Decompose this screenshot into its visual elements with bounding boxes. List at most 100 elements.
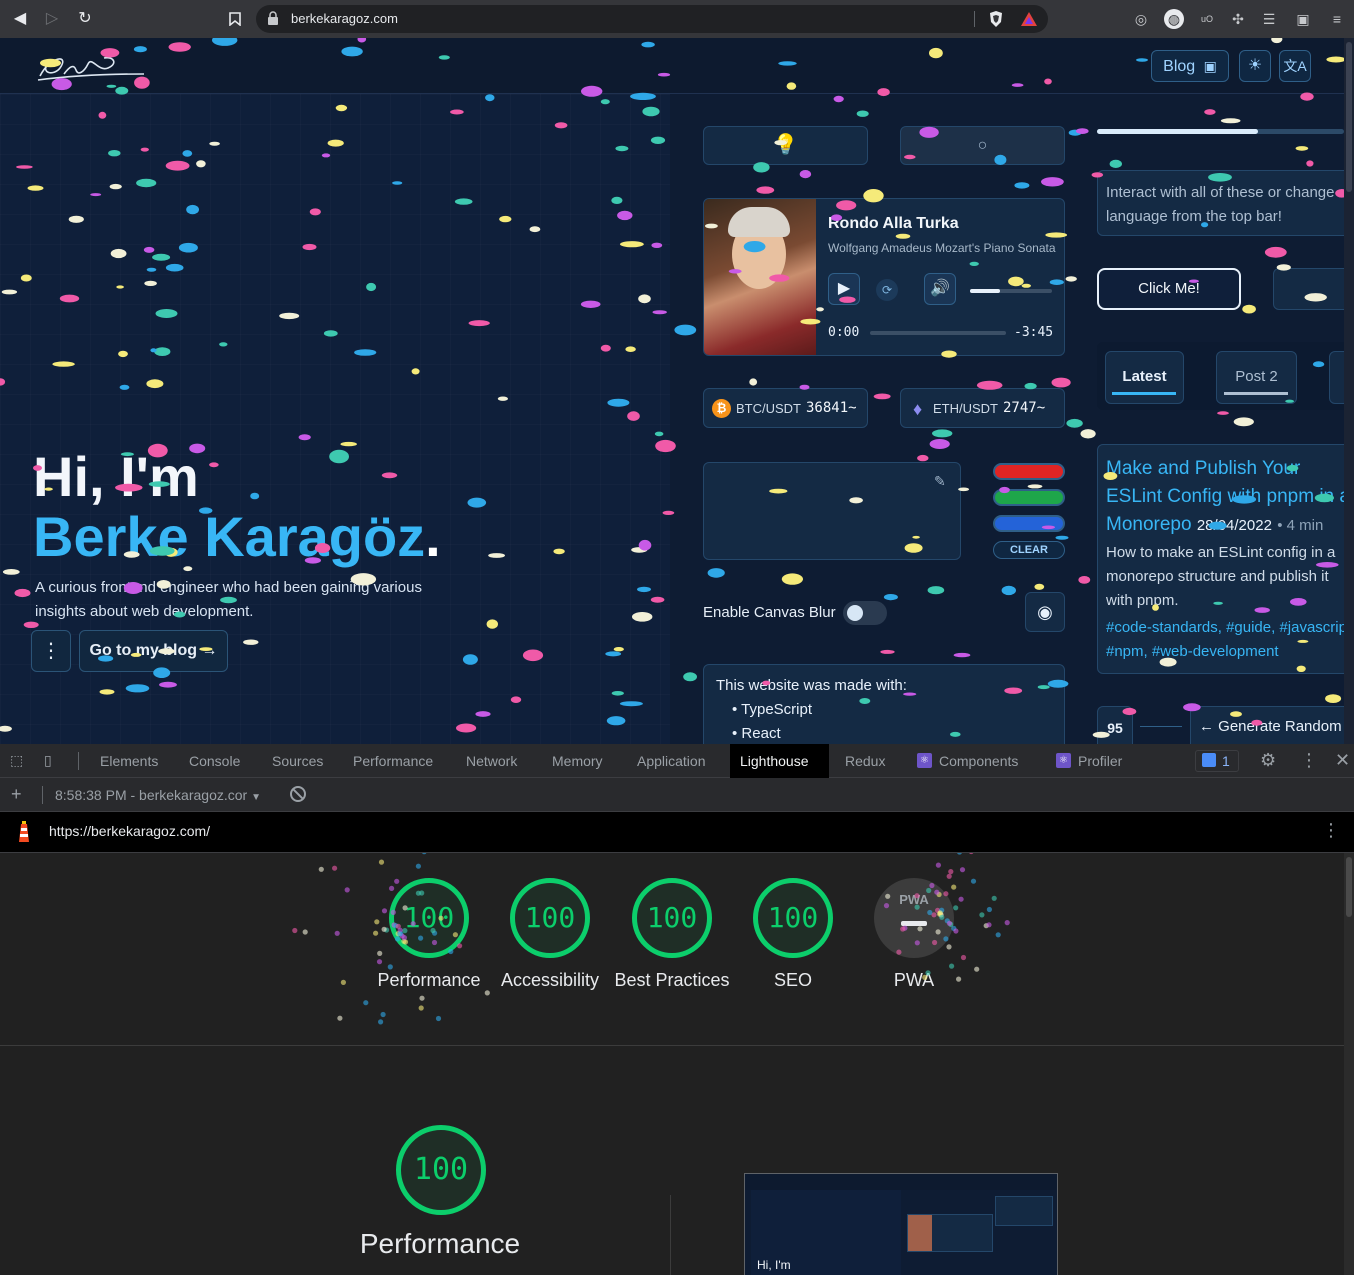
- ublock-icon[interactable]: uO: [1197, 9, 1217, 29]
- target-icon[interactable]: ◎: [1131, 9, 1151, 29]
- bookmark-icon[interactable]: [224, 8, 246, 30]
- confetti-particle: [743, 241, 766, 253]
- report-selector-label: 8:58:38 PM - berkekaragoz.cor: [55, 787, 248, 803]
- toolbar-divider: [42, 786, 43, 804]
- clear-reports-icon[interactable]: [290, 786, 306, 802]
- confetti-particle: [2, 569, 20, 575]
- forward-icon[interactable]: ▷: [41, 8, 63, 30]
- report-menu-icon[interactable]: ⋮: [1322, 820, 1340, 841]
- confetti-particle: [1091, 172, 1104, 178]
- tab-performance[interactable]: Performance: [343, 744, 443, 778]
- tab-network[interactable]: Network: [456, 744, 527, 778]
- confetti-particle: [1300, 92, 1314, 101]
- confetti-particle: [522, 649, 544, 662]
- confetti-dot: [394, 936, 401, 942]
- confetti-particle: [341, 46, 363, 57]
- confetti-particle: [1001, 585, 1016, 596]
- menu-icon[interactable]: ≡: [1327, 9, 1347, 29]
- new-report-plus-icon[interactable]: +: [11, 784, 22, 805]
- tab-application[interactable]: Application: [627, 744, 716, 778]
- confetti-particle: [969, 261, 979, 266]
- confetti-particle: [880, 649, 895, 654]
- confetti-particle: [953, 652, 971, 658]
- tab-lighthouse[interactable]: Lighthouse: [730, 744, 829, 778]
- confetti-dot: [885, 893, 891, 899]
- confetti-particle: [786, 82, 797, 90]
- tab-profiler[interactable]: Profiler: [1068, 744, 1132, 778]
- confetti-particle: [298, 434, 311, 441]
- confetti-particle: [119, 384, 130, 390]
- reload-icon[interactable]: ↻: [74, 8, 96, 30]
- settings-gear-icon[interactable]: ⚙: [1260, 750, 1276, 771]
- confetti-particle: [100, 48, 120, 58]
- confetti-particle: [1041, 525, 1055, 530]
- browser-toolbar: ◀ ▷ ↻ berkekaragoz.com ◎ ◍ uO ✣ ☰ ▣ ≡: [0, 0, 1354, 38]
- brave-shield-icon[interactable]: [988, 10, 1004, 28]
- confetti-particle: [488, 553, 505, 558]
- confetti-particle: [51, 78, 72, 91]
- confetti-dot: [953, 928, 959, 934]
- confetti-particle: [1230, 711, 1242, 717]
- confetti-particle: [329, 449, 349, 464]
- report-url[interactable]: https://berkekaragoz.com/: [49, 823, 210, 839]
- confetti-particle: [1208, 173, 1232, 182]
- confetti-particle: [392, 181, 403, 185]
- tab-elements[interactable]: Elements: [90, 744, 168, 778]
- confetti-dot: [410, 921, 416, 927]
- confetti-dot: [418, 935, 424, 941]
- confetti-particle: [781, 573, 804, 585]
- confetti-particle: [620, 241, 644, 248]
- confetti-particle: [611, 196, 623, 204]
- tab-redux[interactable]: Redux: [835, 744, 895, 778]
- confetti-particle: [475, 711, 491, 717]
- confetti-particle: [16, 165, 33, 169]
- extensions-puzzle-icon[interactable]: ✣: [1228, 9, 1248, 29]
- device-toolbar-icon[interactable]: ▯: [44, 752, 64, 770]
- site-scrollbar[interactable]: [1344, 38, 1354, 744]
- playlist-icon[interactable]: ☰: [1259, 9, 1279, 29]
- confetti-particle: [1312, 361, 1325, 368]
- wallet-icon[interactable]: ▣: [1293, 9, 1313, 29]
- close-devtools-icon[interactable]: ✕: [1335, 750, 1350, 771]
- confetti-dot: [914, 904, 920, 910]
- profile-avatar-icon[interactable]: ◍: [1164, 9, 1184, 29]
- confetti-particle: [929, 439, 950, 449]
- confetti-particle: [606, 716, 626, 726]
- confetti-particle: [769, 274, 790, 282]
- tab-sources[interactable]: Sources: [262, 744, 333, 778]
- tab-console[interactable]: Console: [179, 744, 250, 778]
- confetti-particle: [1049, 279, 1064, 285]
- confetti-particle: [1304, 293, 1327, 302]
- report-scrollbar[interactable]: [1344, 853, 1354, 1275]
- address-bar[interactable]: berkekaragoz.com: [256, 5, 1048, 33]
- confetti-particle: [728, 269, 742, 274]
- confetti-particle: [140, 147, 149, 152]
- kebab-menu-icon[interactable]: ⋮: [1300, 750, 1318, 771]
- confetti-particle: [40, 58, 61, 68]
- report-selector[interactable]: 8:58:38 PM - berkekaragoz.cor ▼: [55, 787, 261, 803]
- confetti-particle: [1316, 562, 1339, 568]
- confetti-particle: [641, 41, 655, 48]
- tab-memory[interactable]: Memory: [542, 744, 613, 778]
- confetti-particle: [674, 324, 697, 336]
- confetti-particle: [1285, 399, 1294, 403]
- confetti-particle: [1065, 276, 1077, 282]
- tab-components[interactable]: Components: [929, 744, 1028, 778]
- confetti-particle: [1326, 56, 1344, 63]
- confetti-dot: [914, 893, 920, 899]
- confetti-particle: [314, 543, 331, 553]
- confetti-dot: [318, 866, 324, 872]
- back-icon[interactable]: ◀: [9, 8, 31, 30]
- confetti-particle: [144, 280, 157, 286]
- confetti-particle: [486, 619, 498, 629]
- confetti-particle: [833, 95, 844, 103]
- confetti-particle: [1080, 429, 1096, 439]
- confetti-particle: [1242, 304, 1256, 314]
- inspect-element-icon[interactable]: ⬚: [10, 752, 30, 770]
- confetti-particle: [196, 160, 206, 168]
- confetti-particle: [800, 318, 821, 325]
- issues-badge[interactable]: 1: [1195, 750, 1239, 772]
- website-viewport: Blog ▣ ☀ 文A Hi, I'm Berke Karagöz. A cur…: [0, 38, 1344, 744]
- confetti-particle: [652, 310, 667, 315]
- brave-rewards-icon[interactable]: [1020, 10, 1038, 28]
